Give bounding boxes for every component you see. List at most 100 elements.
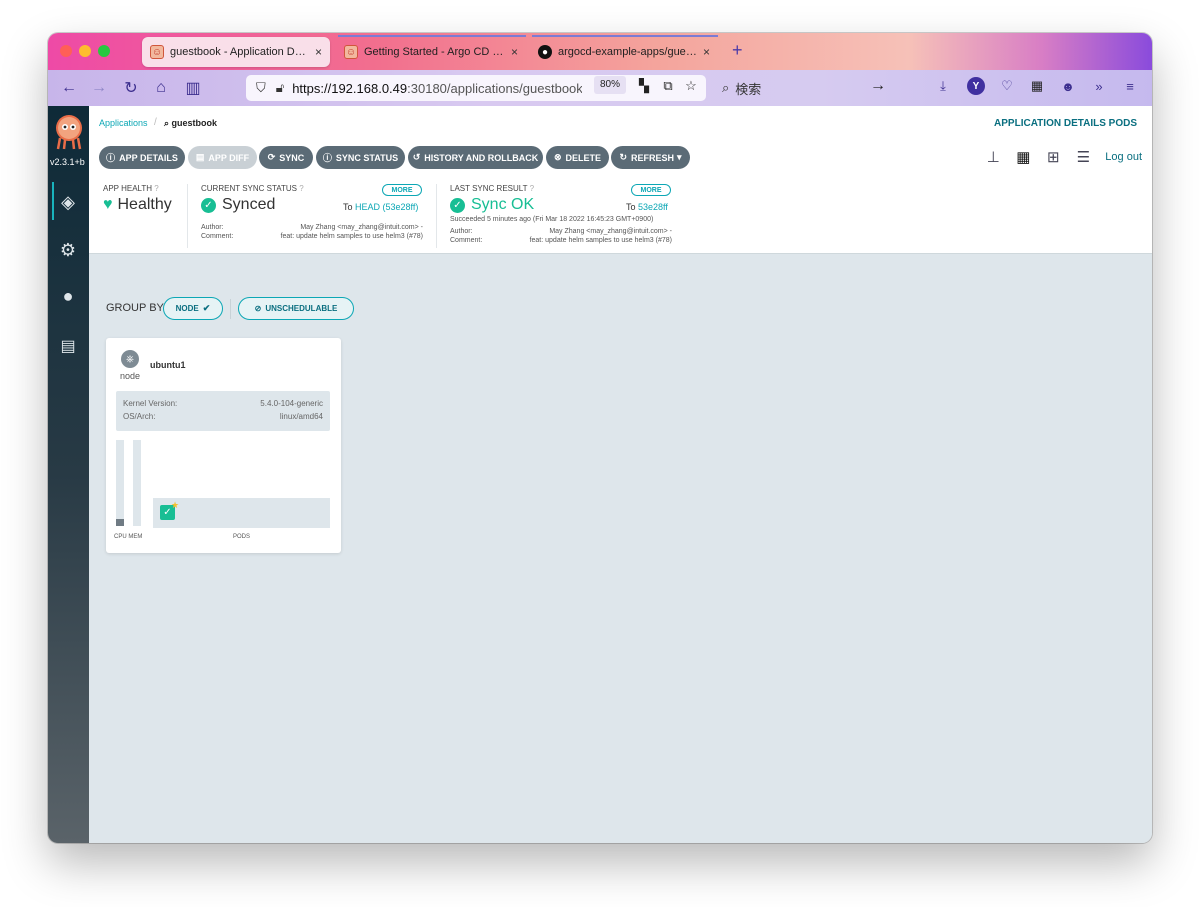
tab-getting-started[interactable]: ☺ Getting Started - Argo CD - Dec × (336, 37, 526, 67)
qr-code-icon[interactable]: ▚ (635, 77, 653, 95)
os-row: OS/Arch: linux/amd64 (123, 412, 323, 421)
app-health-value: ♥ Healthy (103, 196, 172, 214)
argo-icon: ☺ (344, 45, 358, 59)
pods-view-icon[interactable]: ▦ (1013, 148, 1033, 166)
tab-close-icon[interactable]: × (511, 45, 518, 59)
reload-icon[interactable]: ↻ (120, 77, 142, 99)
profile-extension-icon[interactable]: ☻ (1059, 77, 1077, 95)
tab-title: argocd-example-apps/guestboo (558, 46, 697, 58)
menu-icon[interactable]: ≡ (1121, 77, 1139, 95)
app-sidebar: v2.3.1+b ◈ ⚙ ● ▤ (48, 106, 89, 843)
sync-status-button[interactable]: ⓘ SYNC STATUS (316, 146, 405, 169)
lock-icon: 🔓︎ (275, 80, 285, 95)
app-diff-button[interactable]: ▤ APP DIFF (188, 146, 257, 169)
back-arrow-icon[interactable]: ← (58, 77, 80, 99)
zoom-level[interactable]: 80% (594, 76, 626, 94)
info-icon: ⓘ (322, 153, 332, 163)
version-label: v2.3.1+b (50, 157, 85, 167)
pocket-icon[interactable]: ♡ (998, 77, 1016, 95)
home-icon[interactable]: ⌂ (150, 77, 172, 99)
last-sync-author: Author: May Zhang <may_zhang@intuit.com> … (450, 228, 672, 235)
unschedulable-label: UNSCHEDULABLE (265, 304, 338, 313)
current-sync-status: CURRENT SYNC STATUS ? ✓ Synced (201, 184, 304, 214)
bookmark-star-icon[interactable]: ☆ (682, 77, 700, 95)
tab-strip: ☺ guestbook - Application Details × ☺ Ge… (48, 33, 1152, 70)
chevron-down-icon: ▾ (677, 152, 682, 162)
refresh-icon: ↻ (619, 152, 627, 162)
breadcrumb-current: ⌕ guestbook (164, 118, 217, 129)
download-icon[interactable]: ⤓ (934, 77, 952, 95)
node-name: ubuntu1 (150, 360, 186, 370)
documentation-icon[interactable]: ▤ (56, 334, 80, 358)
tab-github[interactable]: ● argocd-example-apps/guestboo × (530, 37, 718, 67)
search-go-icon[interactable]: → (870, 77, 886, 95)
search-icon: ⌕ (164, 118, 172, 128)
group-by-node-toggle[interactable]: NODE ✔ (163, 297, 223, 320)
zoom-window-button[interactable] (98, 45, 110, 57)
app-details-label: APP DETAILS (119, 152, 178, 163)
node-card[interactable]: ⎈ ubuntu1 node Kernel Version: 5.4.0-104-… (106, 338, 341, 553)
last-sync-value: ✓ Sync OK (450, 196, 534, 214)
divider (436, 184, 437, 248)
divider (187, 184, 188, 248)
url-text: https://192.168.0.49:30180/applications/… (292, 80, 583, 96)
overflow-chevron-icon[interactable]: » (1090, 77, 1108, 95)
user-info-icon[interactable]: ● (56, 284, 80, 308)
tab-close-icon[interactable]: × (703, 45, 710, 59)
extensions-grid-icon[interactable]: ▦ (1028, 77, 1046, 95)
help-icon[interactable]: ? (299, 184, 303, 193)
app-details-button[interactable]: ⓘ APP DETAILS (99, 146, 185, 169)
history-rollback-button[interactable]: ↺ HISTORY AND ROLLBACK (408, 146, 543, 169)
search-icon: ⌕ (722, 80, 730, 95)
info-icon: ⓘ (106, 153, 116, 163)
divider (230, 299, 231, 319)
refresh-button[interactable]: ↻ REFRESH ▾ (611, 146, 690, 169)
shield-icon: ⛉ (256, 80, 266, 95)
translate-icon[interactable]: ⧉ (659, 77, 677, 95)
help-icon[interactable]: ? (530, 184, 534, 193)
last-sync-result: LAST SYNC RESULT ? ✓ Sync OK (450, 184, 534, 214)
logout-link[interactable]: Log out (1105, 151, 1142, 163)
last-sync-time: Succeeded 5 minutes ago (Fri Mar 18 2022… (450, 216, 654, 223)
close-window-button[interactable] (60, 45, 72, 57)
app-health: APP HEALTH ? ♥ Healthy (103, 184, 172, 214)
sync-icon: ⟳ (267, 152, 276, 162)
health-text: Healthy (117, 196, 172, 213)
status-panel: APP HEALTH ? ♥ Healthy CURRENT SYNC STATU… (89, 176, 1152, 254)
kernel-value: 5.4.0-104-generic (260, 399, 323, 408)
sidebar-toggle-icon[interactable]: ▥ (182, 77, 204, 99)
network-view-icon[interactable]: ⊞ (1043, 148, 1063, 166)
file-icon: ▤ (195, 152, 205, 162)
settings-gears-icon[interactable]: ⚙ (56, 238, 80, 262)
revision-link[interactable]: 53e28ff (638, 202, 668, 212)
heart-icon: ♥ (103, 196, 113, 213)
kernel-label: Kernel Version: (123, 399, 178, 408)
current-sync-more-button[interactable]: MORE (382, 184, 422, 196)
minimize-window-button[interactable] (79, 45, 91, 57)
new-tab-button[interactable]: + (732, 40, 743, 61)
tree-view-icon[interactable]: ⊥ (983, 148, 1003, 166)
sync-text: Synced (222, 196, 276, 213)
app-health-label: APP HEALTH ? (103, 184, 159, 193)
yahoo-extension-icon[interactable]: Y (967, 77, 985, 95)
head-revision-link[interactable]: HEAD (53e28ff) (355, 202, 418, 212)
tab-close-icon[interactable]: × (315, 45, 322, 59)
os-label: OS/Arch: (123, 412, 156, 421)
tab-guestbook[interactable]: ☺ guestbook - Application Details × (142, 37, 330, 67)
argo-logo-icon[interactable] (54, 114, 84, 150)
pods-area: ✓ ★ (153, 498, 330, 528)
applications-layers-icon[interactable]: ◈ (52, 182, 80, 220)
sync-status-label: SYNC STATUS (335, 152, 399, 163)
last-sync-more-button[interactable]: MORE (631, 184, 671, 196)
breadcrumb-applications[interactable]: Applications (99, 118, 148, 128)
sync-button[interactable]: ⟳ SYNC (259, 146, 313, 169)
search-input[interactable]: ⌕ 検索 (714, 75, 894, 101)
unschedulable-toggle[interactable]: ⊘ UNSCHEDULABLE (238, 297, 354, 320)
app-main: Applications / ⌕ guestbook APPLICATION D… (89, 106, 1152, 843)
node-pill-label: NODE (175, 304, 199, 313)
list-view-icon[interactable]: ☰ (1073, 148, 1093, 166)
help-icon[interactable]: ? (154, 184, 158, 193)
star-icon: ★ (171, 500, 180, 510)
delete-button[interactable]: ⊗ DELETE (546, 146, 609, 169)
forward-arrow-icon[interactable]: → (88, 77, 110, 99)
